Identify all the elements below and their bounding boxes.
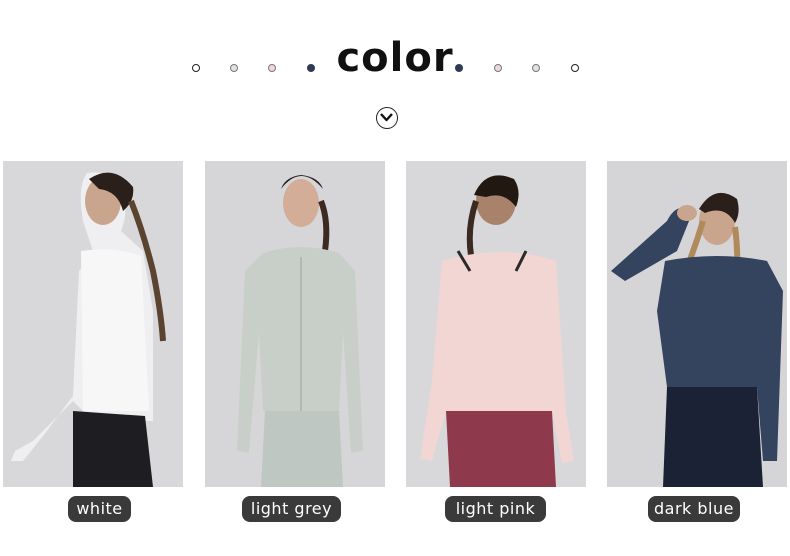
dot-pink-right: [494, 64, 502, 72]
color-header: color: [0, 0, 790, 150]
color-label-dark-blue: dark blue: [648, 496, 740, 522]
product-photo-light-pink[interactable]: [406, 161, 586, 487]
color-label-light-pink: light pink: [445, 496, 546, 522]
color-label-light-grey: light grey: [242, 496, 341, 522]
product-photo-white[interactable]: [3, 161, 183, 487]
color-label-white: white: [68, 496, 131, 522]
dot-grey-right: [532, 64, 540, 72]
dot-white-right: [571, 64, 579, 72]
product-photo-dark-blue[interactable]: [607, 161, 787, 487]
page-title: color: [336, 35, 454, 81]
product-photo-light-grey[interactable]: [205, 161, 385, 487]
chevron-down-icon[interactable]: [376, 107, 398, 129]
dot-blue-right: [455, 64, 463, 72]
